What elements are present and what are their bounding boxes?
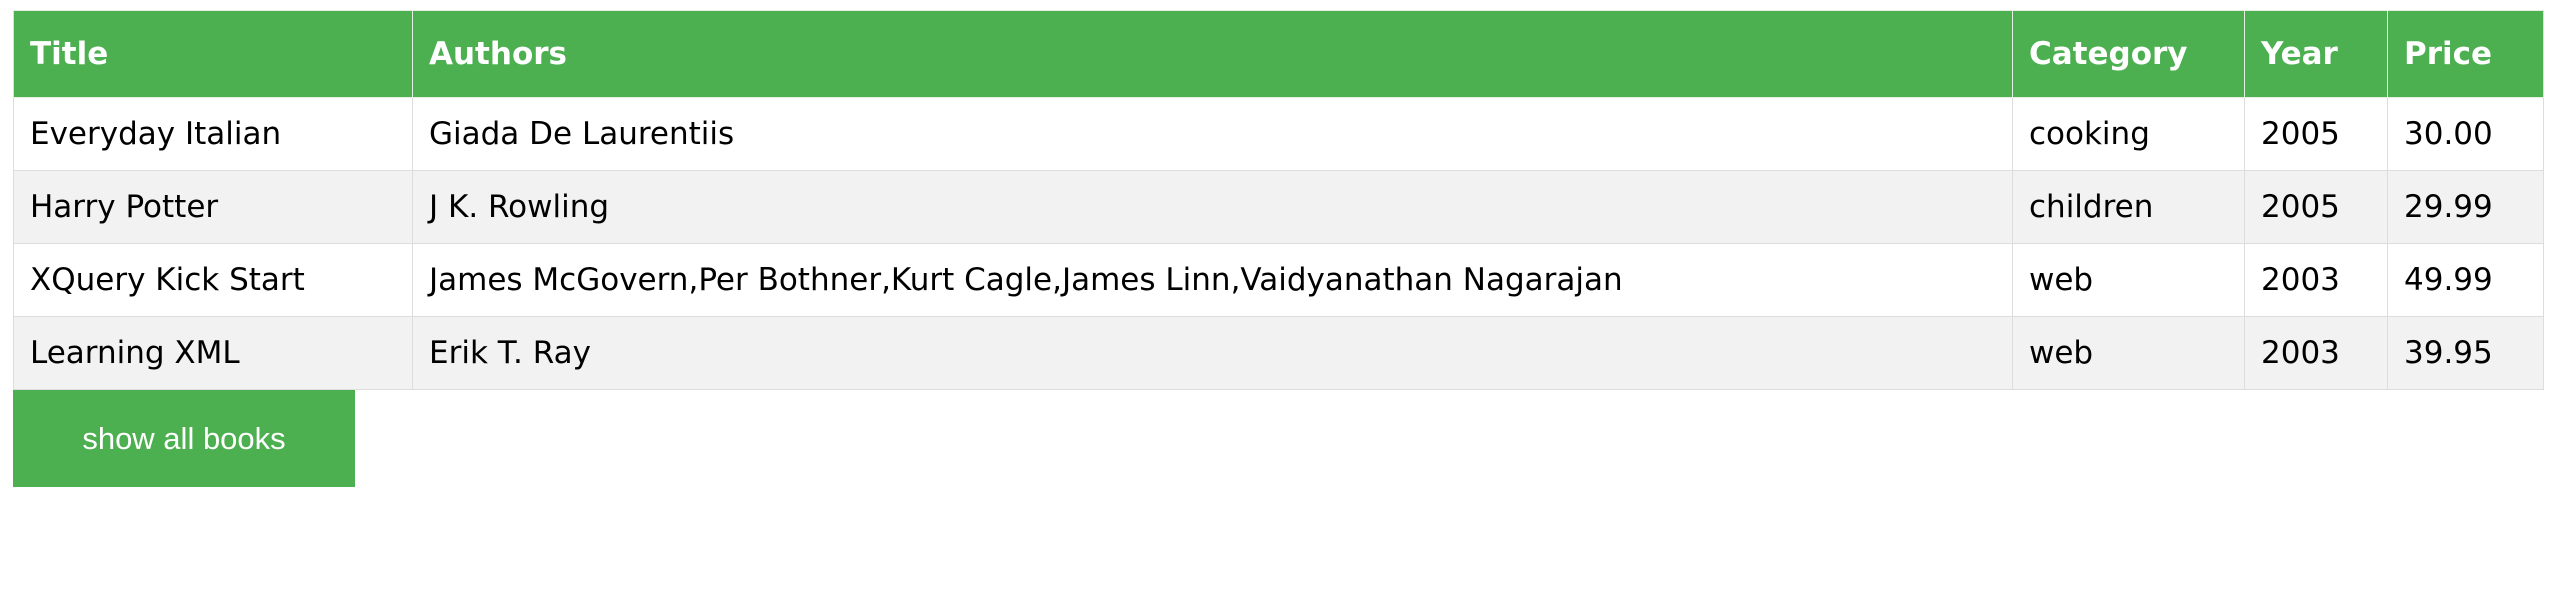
cell-year: 2003 — [2244, 243, 2388, 317]
table-row: Harry Potter J K. Rowling children 2005 … — [13, 170, 2544, 244]
cell-title: Harry Potter — [13, 170, 413, 244]
cell-category: web — [2012, 243, 2245, 317]
cell-price: 49.99 — [2387, 243, 2544, 317]
column-header-title[interactable]: Title — [13, 10, 413, 98]
cell-price: 39.95 — [2387, 316, 2544, 390]
cell-authors: Erik T. Ray — [412, 316, 2013, 390]
column-header-authors[interactable]: Authors — [412, 10, 2013, 98]
books-panel: Title Authors Category Year Price Everyd… — [13, 10, 2544, 487]
cell-category: cooking — [2012, 97, 2245, 171]
cell-authors: James McGovern,Per Bothner,Kurt Cagle,Ja… — [412, 243, 2013, 317]
cell-price: 29.99 — [2387, 170, 2544, 244]
column-header-year[interactable]: Year — [2244, 10, 2388, 98]
cell-title: XQuery Kick Start — [13, 243, 413, 317]
cell-year: 2005 — [2244, 97, 2388, 171]
cell-title: Everyday Italian — [13, 97, 413, 171]
cell-year: 2003 — [2244, 316, 2388, 390]
table-header-row: Title Authors Category Year Price — [13, 10, 2544, 98]
cell-authors: Giada De Laurentiis — [412, 97, 2013, 171]
column-header-category[interactable]: Category — [2012, 10, 2245, 98]
cell-price: 30.00 — [2387, 97, 2544, 171]
column-header-price[interactable]: Price — [2387, 10, 2544, 98]
table-row: XQuery Kick Start James McGovern,Per Bot… — [13, 243, 2544, 317]
table-row: Everyday Italian Giada De Laurentiis coo… — [13, 97, 2544, 171]
cell-category: web — [2012, 316, 2245, 390]
cell-title: Learning XML — [13, 316, 413, 390]
books-table: Title Authors Category Year Price Everyd… — [13, 10, 2544, 390]
cell-category: children — [2012, 170, 2245, 244]
cell-authors: J K. Rowling — [412, 170, 2013, 244]
cell-year: 2005 — [2244, 170, 2388, 244]
show-all-books-button[interactable]: show all books — [13, 390, 355, 487]
table-row: Learning XML Erik T. Ray web 2003 39.95 — [13, 316, 2544, 390]
